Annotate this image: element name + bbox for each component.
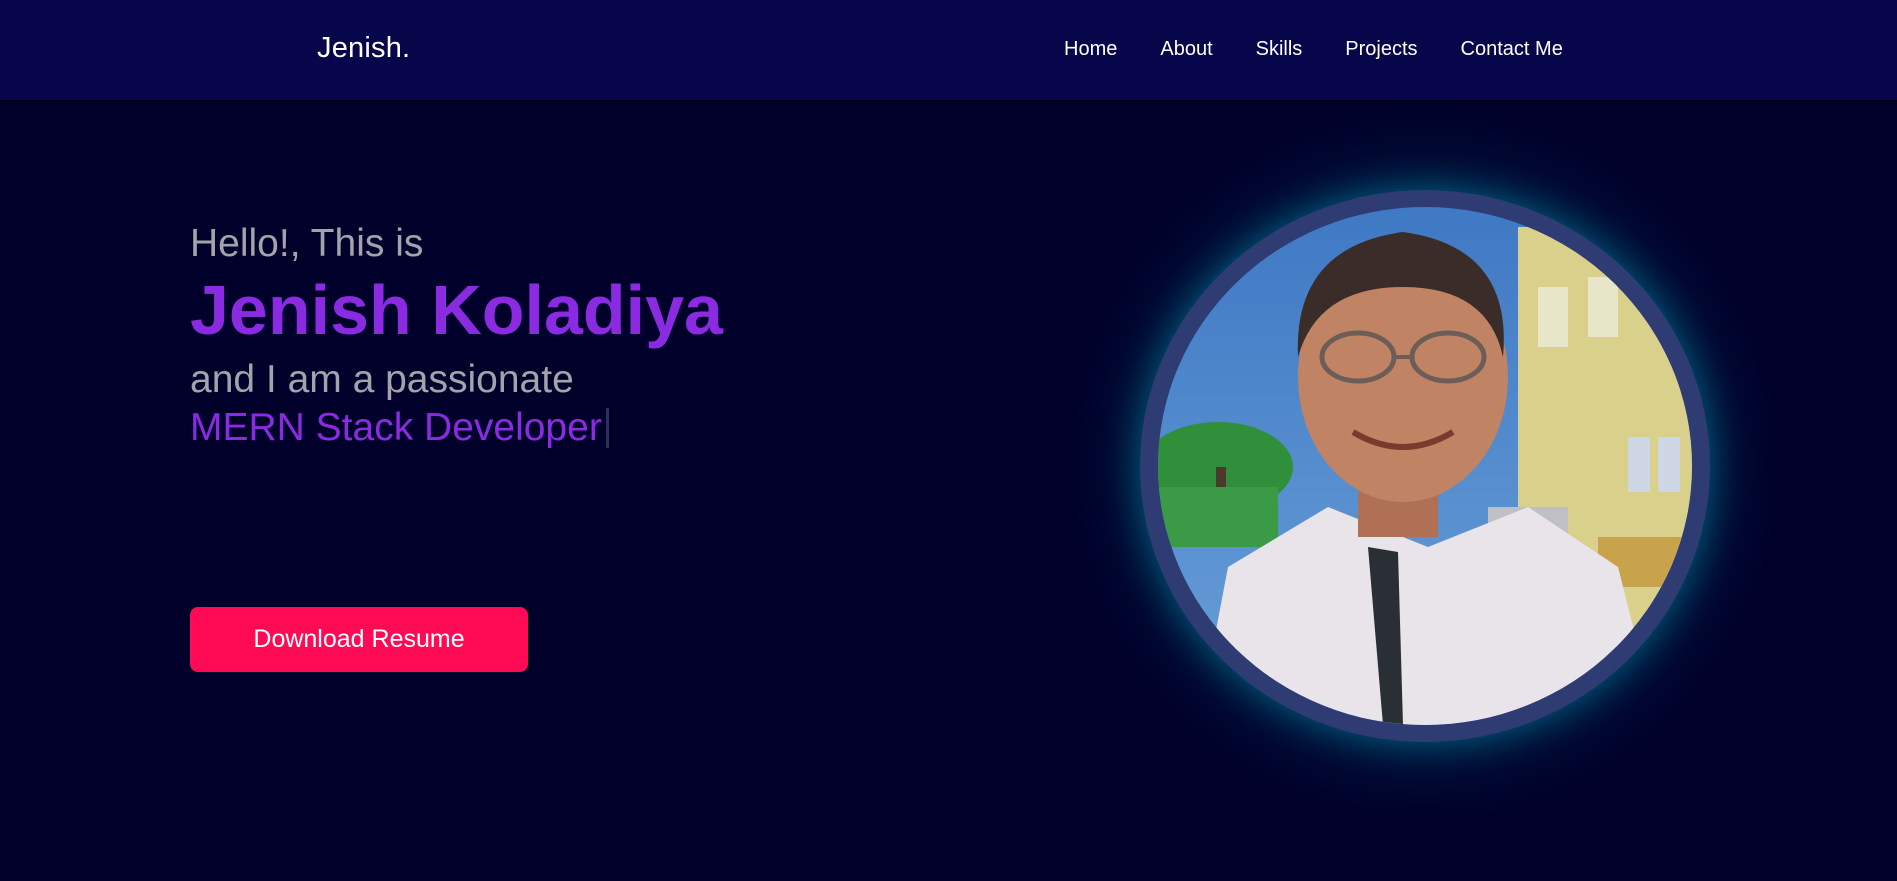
nav-link-skills[interactable]: Skills	[1256, 38, 1303, 61]
role-text: MERN Stack Developer	[190, 406, 602, 449]
nav-link-home[interactable]: Home	[1064, 38, 1117, 61]
nav-link-projects[interactable]: Projects	[1345, 38, 1417, 61]
greeting-text: Hello!, This is	[190, 222, 424, 265]
nav-link-about[interactable]: About	[1160, 38, 1212, 61]
hero-intro: Hello!, This is Jenish Koladiya and I am…	[190, 218, 723, 452]
nav-link-contact[interactable]: Contact Me	[1461, 38, 1563, 61]
nav-links: Home About Skills Projects Contact Me	[1064, 38, 1563, 61]
role-typewriter: MERN Stack Developer	[190, 404, 723, 452]
avatar-frame	[1140, 190, 1710, 742]
passion-text: and I am a passionate	[190, 358, 574, 401]
profile-photo	[1158, 207, 1692, 725]
hero-name: Jenish Koladiya	[190, 271, 723, 349]
brand-logo[interactable]: Jenish.	[317, 32, 410, 65]
download-resume-button[interactable]: Download Resume	[190, 607, 528, 672]
typing-cursor	[605, 408, 609, 448]
